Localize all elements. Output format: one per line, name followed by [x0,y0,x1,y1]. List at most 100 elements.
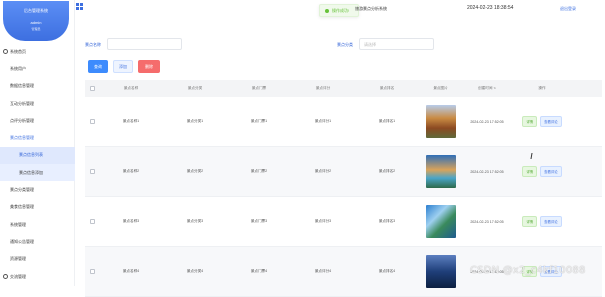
cell-name: 景点名称2 [122,169,140,173]
add-button[interactable]: 添加 [113,60,133,73]
row-checkbox[interactable] [89,268,95,274]
system-name: 后台管理系统 [24,8,48,13]
col-header-image: 景点图片 [433,86,448,90]
name-filter-input[interactable] [107,38,182,50]
detail-button[interactable]: 详情 [522,166,538,177]
sidebar-item-scenic-list[interactable]: 景点信息列表 [0,146,75,165]
sidebar-item-label: 交流管理 [10,273,26,279]
col-header-ticket: 景点门票 [251,86,267,90]
cell-score: 景点评分2 [314,169,332,173]
col-header-created[interactable]: 创建时间 ⇅ [462,86,512,91]
search-button[interactable]: 查询 [88,60,108,73]
cell-score: 景点评分3 [314,219,332,223]
category-filter-label: 景点分类 [337,42,353,47]
scenic-image[interactable] [425,154,456,188]
col-header-category: 景点分类 [187,86,203,90]
sidebar-item-scenic[interactable]: 景点信息管理 [0,129,75,146]
sort-icon[interactable]: ⇅ [493,86,496,90]
sidebar-item-resources[interactable]: 资源管理 [0,251,75,268]
cell-rank: 景点排名1 [378,119,396,123]
cell-category: 景点分类2 [186,169,204,173]
filter-bar: 景点名称 景点分类 请选择 [85,38,595,52]
cell-rank: 景点排名4 [378,269,396,273]
col-header-name: 景点名称 [123,86,139,90]
scenic-image[interactable] [425,104,456,138]
cell-name: 景点名称4 [122,269,140,273]
sidebar-item-scenic-add[interactable]: 景点信息添加 [0,164,75,182]
check-circle-icon [325,8,329,13]
cell-name: 景点名称1 [122,119,140,123]
sidebar-item-exchange[interactable]: 交流管理 [0,268,75,285]
sidebar-item-scenic-category[interactable]: 景点分类管理 [0,181,75,198]
datetime: 2024-02-23 18:38:54 [467,5,514,11]
user-role: 管理员 [31,27,41,31]
row-checkbox[interactable] [89,168,95,174]
top-bar: 操作成功! 旅游景点分析系统 2024-02-23 18:38:54 退出登录 [75,0,605,22]
col-header-created-label: 创建时间 [478,86,493,90]
sidebar: 后台管理系统 admin 管理员 系统首页 系统用户 数据信息管理 互动分析管理… [0,0,75,286]
sidebar-item-interaction[interactable]: 互动分析管理 [0,95,75,112]
sidebar-menu: 系统首页 系统用户 数据信息管理 互动分析管理 点评分析管理 景点信息管理 景点… [0,43,75,285]
row-checkbox[interactable] [89,118,95,124]
logout-link[interactable]: 退出登录 [560,6,576,12]
main-content: 景点名称 景点分类 请选择 查询 添加 删除 景点名称 景点分类 景点门票 景点… [75,22,605,297]
sidebar-item-label: 景点信息管理 [10,135,34,141]
profile-card: 后台管理系统 admin 管理员 [3,1,69,41]
col-header-score: 景点评分 [315,86,331,90]
sidebar-item-label: 景点分类管理 [10,187,34,193]
view-reviews-button[interactable]: 查看评论 [540,216,562,227]
table-header: 景点名称 景点分类 景点门票 景点评分 景点排名 景点图片 创建时间 ⇅ 操作 [85,80,602,97]
sidebar-item-data-info[interactable]: 数据信息管理 [0,78,75,95]
cell-ticket: 景点门票1 [250,119,268,123]
cell-created: 2024-02-23 17:52:05 [470,169,504,174]
select-all-checkbox[interactable] [89,85,95,91]
sidebar-item-home[interactable]: 系统首页 [0,43,75,60]
cell-rank: 景点排名2 [378,169,396,173]
sidebar-item-label: 资源管理 [10,256,26,262]
detail-button[interactable]: 详情 [522,116,538,127]
view-reviews-button[interactable]: 查看评论 [540,166,562,177]
cell-created: 2024-02-23 17:52:05 [470,119,504,124]
sidebar-item-label: 景点信息列表 [19,152,43,158]
table-row: 景点名称3 景点分类3 景点门票3 景点评分3 景点排名3 2024-02-23… [85,197,602,247]
sidebar-item-notice[interactable]: 通知公告管理 [0,233,75,250]
scenic-image[interactable] [425,204,456,238]
sidebar-item-reviews[interactable]: 点评分析管理 [0,112,75,129]
sidebar-item-label: 数据信息管理 [10,83,34,89]
sidebar-item-users[interactable]: 系统用户 [0,60,75,77]
detail-button[interactable]: 详情 [522,216,538,227]
cell-category: 景点分类4 [186,269,204,273]
cell-score: 景点评分4 [314,269,332,273]
name-filter-label: 景点名称 [85,42,101,47]
sidebar-item-system[interactable]: 系统管理 [0,216,75,233]
system-title: 旅游景点分析系统 [355,6,387,11]
sidebar-item-label: 景点信息添加 [19,169,43,175]
cell-rank: 景点排名3 [378,219,396,223]
table-row: 景点名称2 景点分类2 景点门票2 景点评分2 景点排名2 2024-02-23… [85,147,602,197]
toast-message: 操作成功! [332,7,350,13]
sidebar-item-food[interactable]: 美食信息管理 [0,199,75,216]
user-name[interactable]: admin [3,20,69,25]
cell-name: 景点名称3 [122,219,140,223]
delete-button[interactable]: 删除 [138,60,160,73]
success-toast: 操作成功! [319,4,359,17]
view-reviews-button[interactable]: 查看评论 [540,116,562,127]
sidebar-item-label: 点评分析管理 [10,117,34,123]
sidebar-item-label: 通知公告管理 [10,238,34,244]
cell-created: 2024-02-23 17:52:05 [470,219,504,224]
home-icon [3,49,8,55]
col-header-rank: 景点排名 [379,86,395,90]
cell-category: 景点分类1 [186,119,204,123]
sidebar-item-label: 系统首页 [10,48,26,54]
watermark: CSDN @x2_c4kf10088 [470,265,586,276]
scenic-image[interactable] [425,254,456,288]
col-header-actions: 操作 [538,86,546,90]
row-checkbox[interactable] [89,218,95,224]
sidebar-item-label: 系统用户 [10,65,26,71]
category-select-placeholder: 请选择 [364,42,376,47]
cell-ticket: 景点门票3 [250,219,268,223]
category-filter-select[interactable]: 请选择 [359,38,434,50]
menu-toggle-icon[interactable] [76,3,83,10]
cell-ticket: 景点门票4 [250,269,268,273]
cell-score: 景点评分1 [314,119,332,123]
